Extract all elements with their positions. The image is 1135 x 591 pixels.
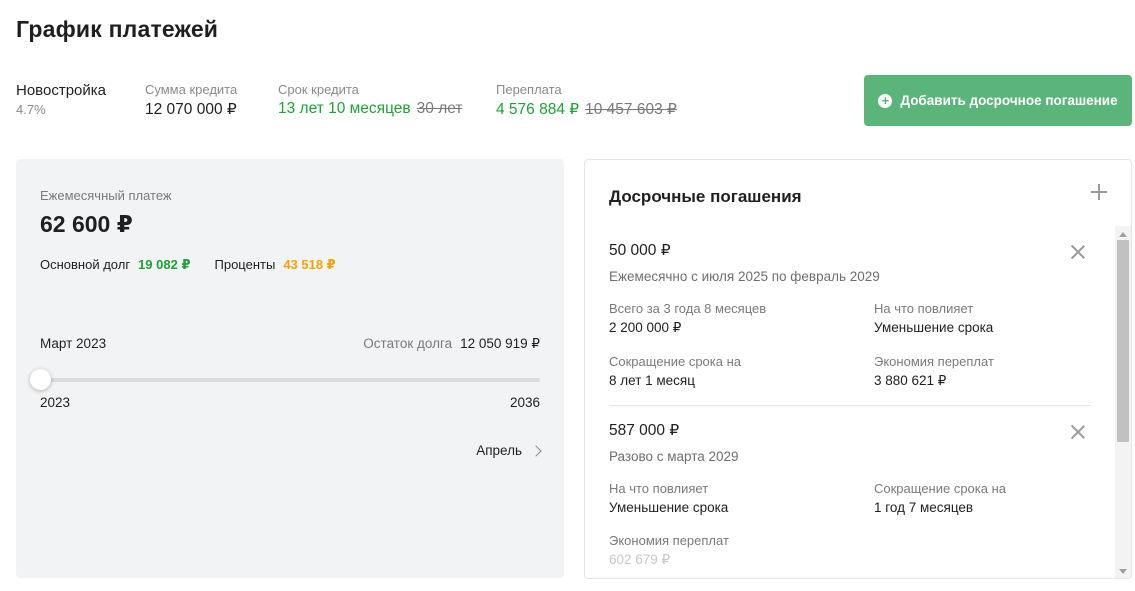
- detail-value: 1 год 7 месяцев: [874, 500, 974, 515]
- detail-cell: Всего за 3 года 8 месяцев 2 200 000 ₽: [609, 301, 874, 336]
- detail-label: На что повлияет: [609, 481, 709, 496]
- timeline-slider-thumb[interactable]: [30, 369, 51, 390]
- loan-summary: Новостройка 4.7% Сумма кредита 12 070 00…: [16, 82, 677, 119]
- early-payments-title: Досрочные погашения: [609, 187, 802, 206]
- loan-amount-summary: Сумма кредита 12 070 000 ₽: [145, 82, 278, 119]
- principal-value: 19 082 ₽: [138, 257, 191, 272]
- program-summary: Новостройка 4.7%: [16, 82, 145, 119]
- detail-value: Уменьшение срока: [609, 500, 729, 515]
- detail-cell: Сокращение срока на 8 лет 1 месяц: [609, 354, 874, 389]
- program-name: Новостройка: [16, 82, 106, 99]
- program-rate: 4.7%: [16, 102, 46, 117]
- scroll-up-icon[interactable]: [1119, 232, 1127, 237]
- early-payments-panel: Досрочные погашения 50 000 ₽ Ежемесячно …: [584, 159, 1132, 579]
- detail-value: 3 880 621 ₽: [874, 373, 947, 388]
- loan-term-values: 13 лет 10 месяцев 30 лет: [278, 100, 496, 118]
- detail-cell: Экономия переплат 3 880 621 ₽: [874, 354, 1089, 389]
- detail-cell: На что повлияет Уменьшение срока: [609, 481, 874, 515]
- detail-label: Экономия переплат: [609, 533, 729, 548]
- monthly-payment-amount: 62 600 ₽: [40, 211, 133, 237]
- balance-value: 12 050 919 ₽: [460, 336, 540, 351]
- payment-breakdown: Основной долг 19 082 ₽ Проценты 43 518 ₽: [40, 257, 336, 273]
- overpayment-summary: Переплата 4 576 884 ₽ 10 457 603 ₽: [496, 82, 677, 119]
- early-payment-item: 587 000 ₽ Разово с марта 2029 На что пов…: [609, 406, 1091, 568]
- detail-value: 8 лет 1 месяц: [609, 373, 695, 388]
- loan-term-value: 13 лет 10 месяцев: [278, 100, 411, 117]
- loan-term-old-value: 30 лет: [416, 100, 463, 117]
- monthly-payment-panel: Ежемесячный платеж 62 600 ₽ Основной дол…: [16, 159, 564, 578]
- interest-label: Проценты: [214, 257, 276, 272]
- add-early-payment-label: Добавить досрочное погашение: [900, 93, 1118, 108]
- overpayment-label: Переплата: [496, 82, 562, 97]
- monthly-payment-label: Ежемесячный платеж: [40, 188, 172, 203]
- detail-value: 602 679 ₽: [609, 552, 671, 567]
- add-early-payment-button[interactable]: + Добавить досрочное погашение: [864, 75, 1132, 126]
- early-payments-list[interactable]: 50 000 ₽ Ежемесячно с июля 2025 по февра…: [585, 226, 1115, 578]
- early-payment-item: 50 000 ₽ Ежемесячно с июля 2025 по февра…: [609, 226, 1091, 406]
- remaining-balance: Остаток долга 12 050 919 ₽: [363, 336, 540, 352]
- current-month: Март 2023: [40, 336, 107, 351]
- principal-label: Основной долг: [40, 257, 131, 272]
- next-month-label: Апрель: [476, 443, 522, 458]
- overpayment-value: 4 576 884 ₽: [496, 101, 580, 118]
- detail-label: Всего за 3 года 8 месяцев: [609, 301, 767, 316]
- interest-value: 43 518 ₽: [283, 257, 336, 272]
- balance-label: Остаток долга: [363, 336, 453, 351]
- early-payment-details: Всего за 3 года 8 месяцев 2 200 000 ₽ На…: [609, 301, 1091, 389]
- scrollbar-thumb[interactable]: [1117, 240, 1129, 442]
- plus-circle-icon: +: [878, 93, 893, 108]
- detail-label: На что повлияет: [874, 301, 974, 316]
- detail-cell: Экономия переплат 602 679 ₽: [609, 533, 874, 568]
- detail-cell: Сокращение срока на 1 год 7 месяцев: [874, 481, 1089, 515]
- plus-icon[interactable]: [1091, 184, 1107, 200]
- detail-value: Уменьшение срока: [874, 320, 994, 335]
- close-icon[interactable]: [1071, 425, 1085, 439]
- early-payment-amount: 587 000 ₽: [609, 422, 680, 439]
- overpayment-old-value: 10 457 603 ₽: [585, 101, 677, 118]
- detail-label: Сокращение срока на: [609, 354, 742, 369]
- scrollbar[interactable]: [1115, 226, 1131, 578]
- early-payment-amount: 50 000 ₽: [609, 242, 671, 259]
- early-payment-description: Разово с марта 2029: [609, 449, 739, 464]
- scroll-down-icon[interactable]: [1119, 569, 1127, 574]
- next-month-button[interactable]: Апрель: [476, 443, 542, 458]
- detail-label: Сокращение срока на: [874, 481, 1007, 496]
- page-title: График платежей: [16, 16, 219, 42]
- early-payment-description: Ежемесячно с июля 2025 по февраль 2029: [609, 269, 880, 284]
- detail-cell: На что повлияет Уменьшение срока: [874, 301, 1089, 336]
- timeline-slider-track[interactable]: [40, 378, 540, 382]
- loan-term-label: Срок кредита: [278, 82, 359, 97]
- slider-start-year: 2023: [40, 395, 71, 410]
- slider-end-year: 2036: [509, 395, 540, 410]
- close-icon[interactable]: [1071, 245, 1085, 259]
- loan-amount-label: Сумма кредита: [145, 82, 238, 97]
- loan-term-summary: Срок кредита 13 лет 10 месяцев 30 лет: [278, 82, 496, 119]
- overpayment-values: 4 576 884 ₽ 10 457 603 ₽: [496, 100, 677, 119]
- detail-value: 2 200 000 ₽: [609, 320, 682, 335]
- loan-amount-value: 12 070 000 ₽: [145, 101, 237, 118]
- chevron-right-icon: [530, 444, 542, 457]
- detail-label: Экономия переплат: [874, 354, 994, 369]
- early-payment-details: На что повлияет Уменьшение срока Сокраще…: [609, 481, 1091, 568]
